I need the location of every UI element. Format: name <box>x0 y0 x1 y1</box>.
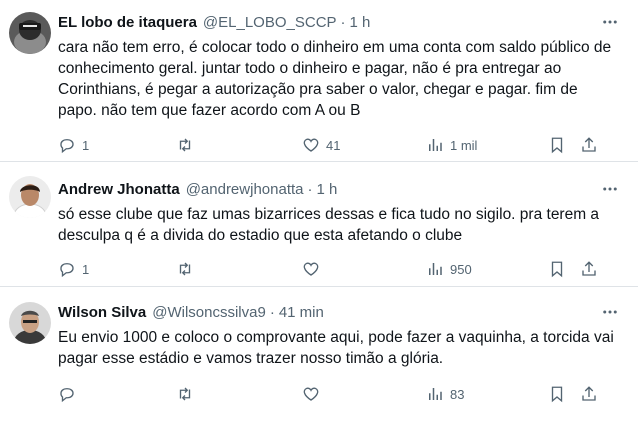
share-icon <box>582 261 596 276</box>
timestamp[interactable]: 1 h <box>317 181 338 198</box>
tweet[interactable]: Andrew Jhonatta @andrewjhonatta · 1 h só… <box>0 162 638 287</box>
timestamp[interactable]: 1 h <box>350 14 371 31</box>
timestamp[interactable]: 41 min <box>279 304 324 321</box>
reply-count: 1 <box>82 137 90 153</box>
user-handle[interactable]: @Wilsoncssilva9 <box>152 304 266 321</box>
more-options-button[interactable] <box>600 302 620 322</box>
reply-count: 1 <box>82 261 90 277</box>
more-options-button[interactable] <box>600 12 620 32</box>
retweet-icon <box>179 138 191 152</box>
share-icon <box>582 386 596 401</box>
heart-icon <box>303 138 319 152</box>
views-button[interactable]: 1 mil <box>426 133 477 157</box>
avatar[interactable] <box>9 302 51 344</box>
reply-icon <box>60 139 74 154</box>
avatar[interactable] <box>9 176 51 218</box>
user-handle[interactable]: @EL_LOBO_SCCP <box>203 14 337 31</box>
tweet-actions: 83 <box>58 382 618 406</box>
tweet[interactable]: Wilson Silva @Wilsoncssilva9 · 41 min Eu… <box>0 287 638 422</box>
like-count: 41 <box>326 137 341 153</box>
bookmark-button[interactable] <box>548 382 572 406</box>
retweet-icon <box>179 262 191 276</box>
reply-button[interactable]: 1 <box>58 133 89 157</box>
heart-icon <box>303 387 319 401</box>
user-handle[interactable]: @andrewjhonatta <box>186 181 304 198</box>
reply-button[interactable]: 1 <box>58 257 89 281</box>
bookmark-icon <box>551 261 563 278</box>
separator-dot: · <box>269 303 275 321</box>
like-button[interactable] <box>302 382 326 406</box>
display-name[interactable]: Wilson Silva <box>58 304 146 321</box>
display-name[interactable]: EL lobo de itaquera <box>58 14 197 31</box>
share-button[interactable] <box>580 382 604 406</box>
views-bar-chart-icon <box>429 388 442 400</box>
tweet-text: só esse clube que faz umas bizarrices de… <box>58 206 600 244</box>
bookmark-button[interactable] <box>548 133 572 157</box>
heart-icon <box>303 262 319 276</box>
retweet-icon <box>179 387 191 401</box>
more-options-button[interactable] <box>600 179 620 199</box>
tweet-header: EL lobo de itaquera @EL_LOBO_SCCP · 1 h <box>58 11 370 33</box>
bookmark-icon <box>551 137 563 154</box>
more-horizontal-icon <box>603 310 617 314</box>
bookmark-button[interactable] <box>548 257 572 281</box>
retweet-button[interactable] <box>176 257 200 281</box>
views-bar-chart-icon <box>429 263 442 275</box>
reply-button[interactable] <box>58 382 82 406</box>
avatar[interactable] <box>9 12 51 54</box>
tweet-header: Wilson Silva @Wilsoncssilva9 · 41 min <box>58 301 324 323</box>
bookmark-icon <box>551 386 563 403</box>
view-count: 950 <box>450 261 472 277</box>
view-count: 1 mil <box>450 137 478 153</box>
like-button[interactable]: 41 <box>302 133 340 157</box>
tweet[interactable]: EL lobo de itaquera @EL_LOBO_SCCP · 1 h … <box>0 0 638 162</box>
tweet-text: cara não tem erro, é colocar todo o dinh… <box>58 39 612 119</box>
display-name[interactable]: Andrew Jhonatta <box>58 181 180 198</box>
share-icon <box>582 137 596 152</box>
tweet-header: Andrew Jhonatta @andrewjhonatta · 1 h <box>58 178 337 200</box>
more-horizontal-icon <box>603 20 617 24</box>
separator-dot: · <box>307 180 313 198</box>
share-button[interactable] <box>580 257 604 281</box>
tweet-actions: 1 950 <box>58 257 618 281</box>
reply-icon <box>60 388 74 403</box>
tweet-actions: 1 41 1 mil <box>58 133 618 157</box>
retweet-button[interactable] <box>176 382 200 406</box>
share-button[interactable] <box>580 133 604 157</box>
views-button[interactable]: 83 <box>426 382 464 406</box>
views-button[interactable]: 950 <box>426 257 472 281</box>
retweet-button[interactable] <box>176 133 200 157</box>
view-count: 83 <box>450 386 465 402</box>
tweet-text: Eu envio 1000 e coloco o comprovante aqu… <box>58 329 614 367</box>
views-bar-chart-icon <box>429 139 442 151</box>
like-button[interactable] <box>302 257 326 281</box>
separator-dot: · <box>340 13 346 31</box>
reply-icon <box>60 263 74 278</box>
more-horizontal-icon <box>603 187 617 191</box>
